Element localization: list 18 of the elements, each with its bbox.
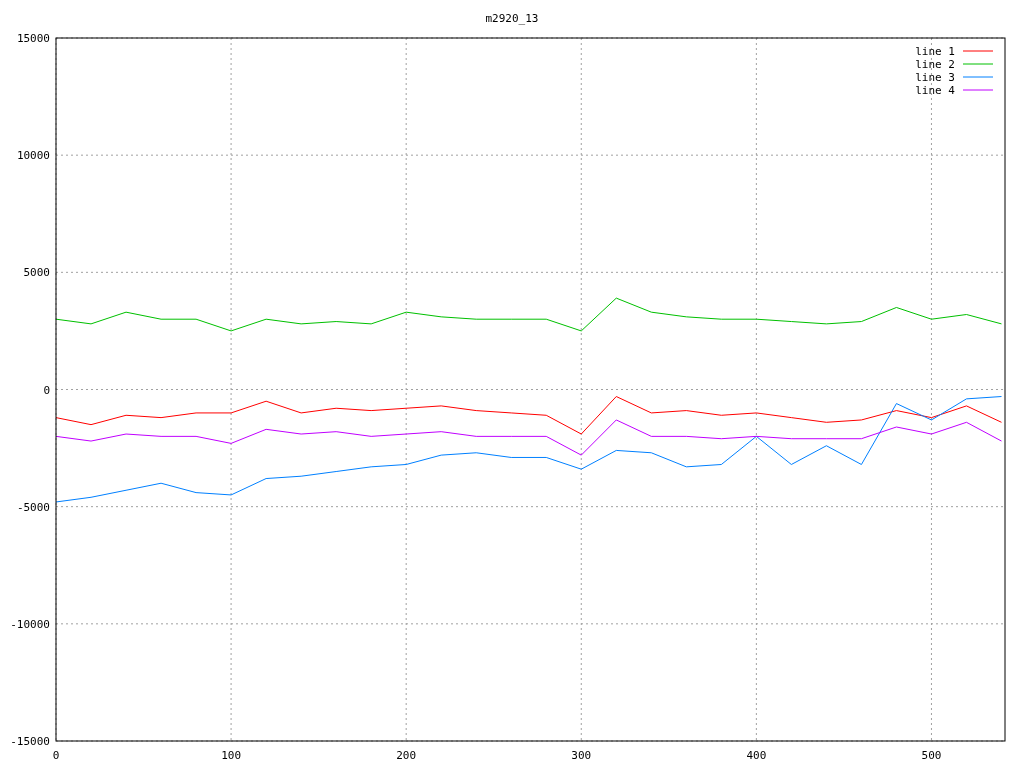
tick-label: 5000 [23,266,50,280]
tick-label: -5000 [16,500,50,514]
tick-label: 200 [396,749,417,762]
tick-label: 400 [746,749,767,762]
legend-label: line 4 [915,84,955,97]
legend-label: line 3 [915,71,955,84]
tick-label: 10000 [16,149,50,163]
tick-label: 0 [52,749,60,762]
tick-label: -15000 [10,735,50,748]
tick-label: 0 [43,383,50,397]
tick-label: 100 [221,749,242,762]
tick-label: 500 [921,749,942,762]
legend-label: line 2 [915,58,955,71]
tick-label: -10000 [10,617,50,631]
tick-label: 15000 [16,32,50,45]
legend-label: line 1 [915,45,955,58]
chart-title: m2920_13 [485,12,539,25]
tick-label: 300 [571,749,592,762]
